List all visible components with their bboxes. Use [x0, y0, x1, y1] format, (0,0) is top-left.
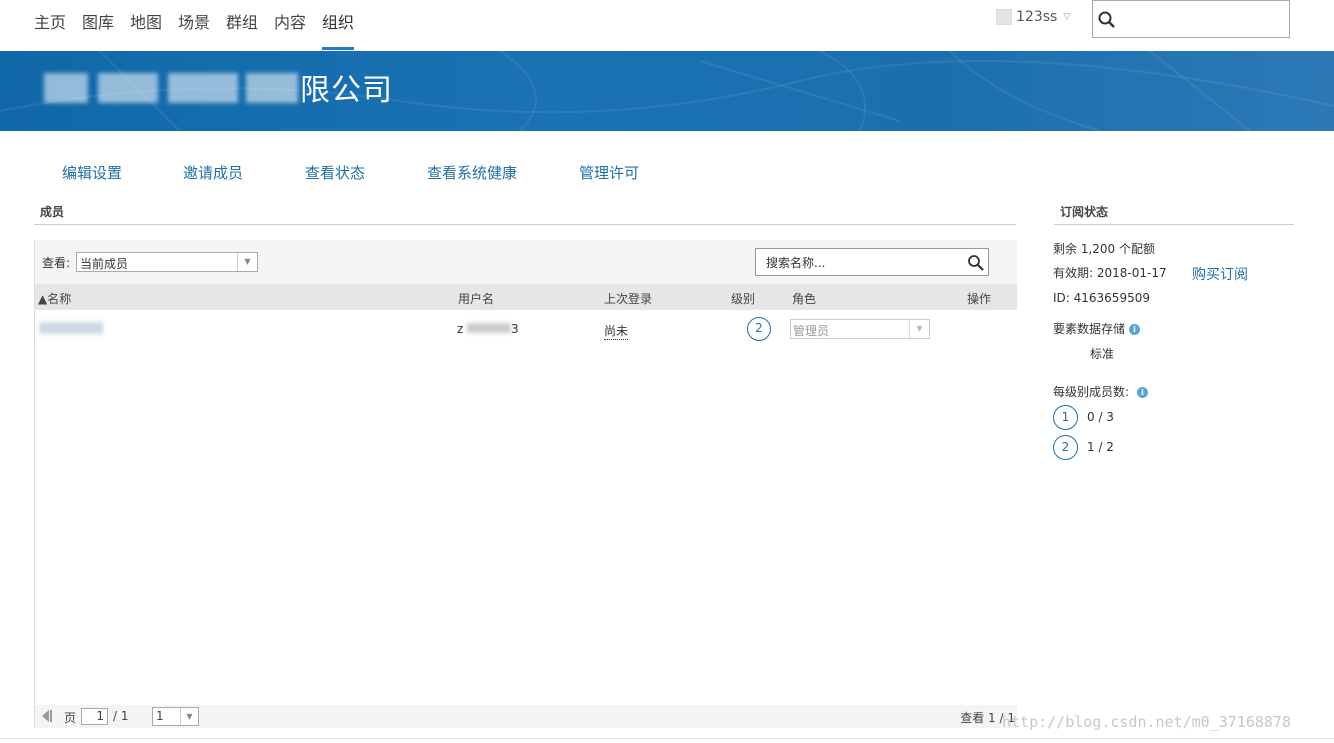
redacted-block [98, 73, 158, 103]
column-header-level[interactable]: 级别 [731, 290, 755, 307]
nav-map[interactable]: 地图 [130, 9, 162, 50]
page-size-value: 1 [156, 709, 164, 723]
view-label: 查看: [42, 256, 71, 270]
subscription-title: 订阅状态 [1060, 205, 1109, 219]
role-value: 管理员 [793, 324, 830, 338]
grid-toolbar: 查看: 当前成员 ▼ 搜索名称... [35, 240, 1017, 284]
page-size-select[interactable]: 1 ▼ [152, 707, 199, 726]
members-grid: 查看: 当前成员 ▼ 搜索名称... ▲名称 用户名 上次登录 级别 角色 操作… [34, 240, 1017, 728]
redacted-member-name[interactable] [39, 322, 103, 334]
user-name: 123ss [1016, 9, 1058, 25]
column-header-username[interactable]: 用户名 [458, 290, 494, 307]
level-badge: 2 [1053, 435, 1078, 460]
level-count: 0 / 3 [1087, 410, 1114, 424]
pagination-bar: 页 1 / 1 1 ▼ 查看 1 / 1 [35, 705, 1017, 728]
view-filter-value: 当前成员 [80, 257, 129, 271]
top-navigation: 主页 图库 地图 场景 群组 内容 组织 123ss ▽ [0, 0, 1334, 51]
expiry-date: 有效期: 2018-01-17 [1053, 266, 1167, 280]
watermark: http://blog.csdn.net/m0_37168878 [1002, 713, 1291, 731]
redacted-block [44, 73, 88, 103]
subscription-id: ID: 4163659509 [1053, 291, 1150, 305]
column-header-actions: 操作 [967, 292, 992, 306]
organization-banner: 限公司 [0, 51, 1334, 131]
members-section-title: 成员 [40, 205, 65, 219]
page-number-input[interactable]: 1 [81, 708, 108, 725]
manage-licenses-link[interactable]: 管理许可 [579, 162, 639, 183]
nav-gallery[interactable]: 图库 [82, 9, 114, 50]
nav-organization[interactable]: 组织 [322, 9, 355, 50]
remaining-quota: 剩余 1,200 个配额 [1053, 242, 1155, 256]
invite-members-link[interactable]: 邀请成员 [183, 162, 243, 183]
storage-row: 要素数据存储 i [1053, 320, 1141, 337]
edit-settings-link[interactable]: 编辑设置 [62, 162, 122, 183]
user-menu[interactable]: 123ss ▽ [996, 9, 1070, 25]
last-login-value: 尚未 [604, 324, 629, 340]
column-header-last-login[interactable]: 上次登录 [604, 290, 652, 307]
members-per-level-row: 每级别成员数: i [1053, 383, 1149, 400]
buy-subscription-link[interactable]: 购买订阅 [1192, 264, 1248, 284]
nav-scene[interactable]: 场景 [178, 9, 210, 50]
nav-home[interactable]: 主页 [34, 9, 66, 50]
chevron-down-icon: ▽ [1063, 12, 1071, 22]
top-search-input[interactable] [1092, 0, 1290, 38]
redacted-block [168, 73, 238, 103]
table-row: z 3 尚未 2 管理员 ▼ [35, 310, 1017, 348]
search-icon[interactable] [967, 254, 985, 272]
view-system-health-link[interactable]: 查看系统健康 [427, 162, 517, 183]
info-icon[interactable]: i [1137, 387, 1149, 398]
avatar [996, 9, 1012, 25]
nav-groups[interactable]: 群组 [226, 9, 258, 50]
first-page-icon[interactable] [39, 708, 55, 724]
storage-label: 要素数据存储 [1053, 322, 1126, 336]
column-header-name[interactable]: ▲名称 [38, 290, 71, 307]
table-header: ▲名称 用户名 上次登录 级别 角色 操作 [35, 284, 1017, 310]
column-header-role[interactable]: 角色 [792, 290, 816, 307]
divider [34, 224, 1016, 225]
page-total: / 1 [113, 709, 129, 723]
level-badge: 2 [747, 317, 771, 341]
organization-title: 限公司 [300, 73, 393, 108]
level-badge: 1 [1053, 405, 1078, 430]
redacted-username [467, 323, 511, 333]
view-filter-select[interactable]: 当前成员 ▼ [76, 252, 258, 272]
members-per-level-label: 每级别成员数: [1053, 385, 1130, 399]
divider [0, 738, 1334, 739]
divider [1054, 224, 1294, 225]
role-select[interactable]: 管理员 ▼ [790, 319, 930, 339]
redacted-block [246, 73, 298, 103]
username-suffix: 3 [511, 322, 519, 336]
level-count: 1 / 2 [1087, 440, 1114, 454]
member-search-input[interactable]: 搜索名称... [755, 248, 989, 276]
username-prefix: z [457, 322, 464, 336]
search-icon [1098, 11, 1115, 28]
view-status-link[interactable]: 查看状态 [305, 162, 365, 183]
storage-value: 标准 [1090, 347, 1115, 361]
chevron-down-icon: ▼ [237, 253, 257, 271]
nav-content[interactable]: 内容 [274, 9, 306, 50]
page-label: 页 [64, 711, 77, 725]
member-search-placeholder: 搜索名称... [766, 256, 826, 270]
chevron-down-icon: ▼ [909, 320, 929, 338]
info-icon[interactable]: i [1129, 324, 1141, 335]
chevron-down-icon: ▼ [180, 708, 198, 725]
